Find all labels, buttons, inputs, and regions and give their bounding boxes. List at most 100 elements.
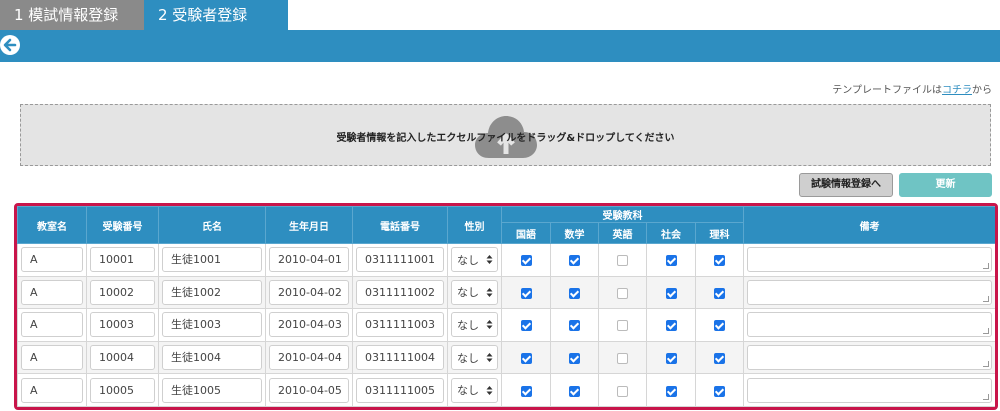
subject-checkbox[interactable] [520,255,532,267]
birthday-input[interactable]: 2010-04-03 [269,312,349,338]
name-input[interactable]: 生徒1002 [162,279,262,305]
header-subject: 国語 [501,222,551,244]
subject-checkbox[interactable] [714,255,726,267]
gender-select[interactable]: なし [451,279,498,305]
subject-checkbox[interactable] [569,385,580,397]
tab-exam-info[interactable]: 1 模試情報登録 [0,0,144,30]
subject-checkbox[interactable] [665,255,677,267]
notes-cell [743,340,995,375]
subject-cell [501,275,551,310]
room-input[interactable]: A [21,312,83,338]
header-subjects: 受験教科 [500,206,745,223]
birthday-input[interactable]: 2010-04-01 [269,247,349,273]
number-input[interactable]: 10002 [90,279,155,305]
subject-cell [598,373,647,407]
subject-checkbox[interactable] [665,320,677,332]
phone-cell: 0311111001 [352,243,448,277]
exam-info-register-button[interactable]: 試験情報登録へ [799,173,893,197]
name-input[interactable]: 生徒1001 [162,247,262,273]
file-dropzone[interactable]: 受験者情報を記入したエクセルファイルをドラッグ&ドロップしてください [20,104,991,166]
header-name: 氏名 [158,206,266,244]
room-input[interactable]: A [21,247,83,273]
tab-examinee-registration[interactable]: 2 受験者登録 [144,0,288,30]
gender-cell: なし [447,275,502,310]
notes-textarea[interactable] [747,345,993,371]
subject-cell [501,373,551,407]
room-cell: A [17,373,87,407]
notes-textarea[interactable] [747,312,993,338]
subject-checkbox[interactable] [569,287,580,299]
gender-select[interactable]: なし [451,247,498,273]
notes-textarea[interactable] [747,247,993,273]
subject-checkbox[interactable] [714,353,726,365]
birthday-cell: 2010-04-04 [265,340,353,375]
subject-checkbox[interactable] [665,353,677,365]
subject-checkbox[interactable] [665,287,677,299]
gender-select[interactable]: なし [451,377,498,403]
subject-checkbox[interactable] [520,287,532,299]
back-arrow-icon[interactable] [0,35,20,55]
phone-input[interactable]: 0311111005 [356,377,444,403]
table-row: A 10005 生徒1005 2010-04-05 0311111005 なし [17,373,995,407]
number-input[interactable]: 10005 [90,377,155,403]
gender-cell: なし [447,308,502,342]
phone-input[interactable]: 0311111003 [356,312,444,338]
name-input[interactable]: 生徒1004 [162,345,262,371]
subject-checkbox[interactable] [617,255,628,267]
gender-select-value: なし [457,351,479,365]
name-input[interactable]: 生徒1003 [162,312,262,338]
template-note: テンプレートファイルはコチラから [832,81,992,96]
subject-cell [646,243,696,277]
number-input[interactable]: 10003 [90,312,155,338]
birthday-cell: 2010-04-02 [265,275,353,310]
select-arrows-icon [486,287,493,297]
subject-cell [501,243,551,277]
birthday-input[interactable]: 2010-04-02 [269,279,349,305]
header-subject: 社会 [646,222,696,244]
subject-checkbox[interactable] [520,385,532,397]
header-phone: 電話番号 [352,206,448,244]
name-input[interactable]: 生徒1005 [162,377,262,403]
subject-checkbox[interactable] [617,353,628,365]
birthday-input[interactable]: 2010-04-04 [269,345,349,371]
subject-cell [598,340,647,375]
subject-checkbox[interactable] [714,385,726,397]
gender-cell: なし [447,373,502,407]
room-input[interactable]: A [21,279,83,305]
gender-select[interactable]: なし [451,345,498,371]
subject-checkbox[interactable] [617,385,628,397]
header-subject: 数学 [550,222,599,244]
subject-checkbox[interactable] [714,287,726,299]
update-button[interactable]: 更新 [899,173,992,197]
phone-input[interactable]: 0311111001 [356,247,444,273]
subject-checkbox[interactable] [520,353,532,365]
subject-cell [694,373,745,407]
subject-checkbox[interactable] [569,255,580,267]
number-input[interactable]: 10001 [90,247,155,273]
phone-input[interactable]: 0311111002 [356,279,444,305]
subject-cell [646,308,696,342]
phone-cell: 0311111004 [352,340,448,375]
room-input[interactable]: A [21,345,83,371]
subject-checkbox[interactable] [569,353,580,365]
birthday-input[interactable]: 2010-04-05 [269,377,349,403]
notes-textarea[interactable] [747,279,993,305]
number-input[interactable]: 10004 [90,345,155,371]
subject-checkbox[interactable] [665,385,677,397]
subject-cell [694,340,745,375]
subject-checkbox[interactable] [714,320,726,332]
gender-select[interactable]: なし [451,312,498,338]
phone-input[interactable]: 0311111004 [356,345,444,371]
room-input[interactable]: A [21,377,83,403]
notes-textarea[interactable] [747,377,993,403]
header-subject: 英語 [598,222,647,244]
subject-cell [694,243,745,277]
subject-checkbox[interactable] [617,287,628,299]
subject-checkbox[interactable] [569,320,580,332]
template-link[interactable]: コチラ [942,85,972,96]
select-arrows-icon [486,255,493,265]
subject-checkbox[interactable] [617,320,628,332]
select-arrows-icon [486,353,493,363]
subject-checkbox[interactable] [520,320,532,332]
header-subject: 理科 [694,222,745,244]
